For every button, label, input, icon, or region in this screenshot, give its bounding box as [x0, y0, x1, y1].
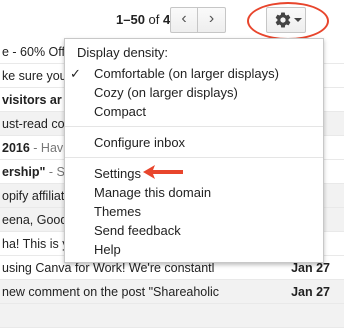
arrow-left-icon [143, 165, 183, 179]
email-subject-text: ership" [2, 165, 46, 179]
email-subject: e - 60% Off [2, 45, 65, 59]
email-date: Jan 27 [291, 261, 330, 275]
menu-item-compact[interactable]: Compact [94, 103, 146, 120]
chevron-right-icon: › [208, 10, 215, 27]
menu-item-themes[interactable]: Themes [94, 203, 141, 220]
pagination-of: of [148, 12, 160, 27]
menu-item-help[interactable]: Help [94, 241, 121, 258]
display-density-header: Display density: [77, 45, 169, 60]
pagination-range: 1–50 [116, 12, 145, 27]
older-button[interactable]: ‹ [170, 7, 198, 33]
newer-button[interactable]: › [198, 7, 226, 33]
email-subject: eena, Good [2, 213, 68, 227]
menu-item-configure-inbox[interactable]: Configure inbox [94, 134, 185, 151]
email-subject: ust-read co [2, 117, 65, 131]
annotation-ellipse [247, 2, 329, 40]
email-subject: 2016 - Havi [2, 141, 66, 155]
email-snippet: - Havi [29, 141, 66, 155]
checkmark-icon: ✓ [70, 66, 81, 81]
email-subject: ership" - Su [2, 165, 72, 179]
chevron-left-icon: ‹ [181, 10, 187, 27]
email-subject: using Canva for Work! We're constantl [2, 261, 215, 275]
email-subject: ha! This is y [2, 237, 69, 251]
email-subject: ke sure you [2, 69, 67, 83]
menu-divider [65, 157, 323, 158]
settings-menu: Display density: ✓ Comfortable (on large… [64, 38, 324, 263]
email-subject: opify affiliate [2, 189, 72, 203]
menu-item-comfortable[interactable]: Comfortable (on larger displays) [94, 65, 279, 82]
email-row[interactable] [0, 304, 344, 328]
menu-item-manage-domain[interactable]: Manage this domain [94, 184, 211, 201]
email-subject: new comment on the post "Shareaholic [2, 285, 220, 299]
menu-divider [65, 126, 323, 127]
menu-item-settings[interactable]: Settings [94, 165, 141, 182]
toolbar: 1–50 of 433 ‹ › [0, 0, 344, 40]
menu-item-cozy[interactable]: Cozy (on larger displays) [94, 84, 238, 101]
menu-item-send-feedback[interactable]: Send feedback [94, 222, 181, 239]
email-subject-text: 2016 [2, 141, 30, 155]
email-row[interactable]: new comment on the post "Shareaholic Jan… [0, 280, 344, 304]
email-subject: visitors ar [2, 93, 62, 107]
email-date: Jan 27 [291, 285, 330, 299]
